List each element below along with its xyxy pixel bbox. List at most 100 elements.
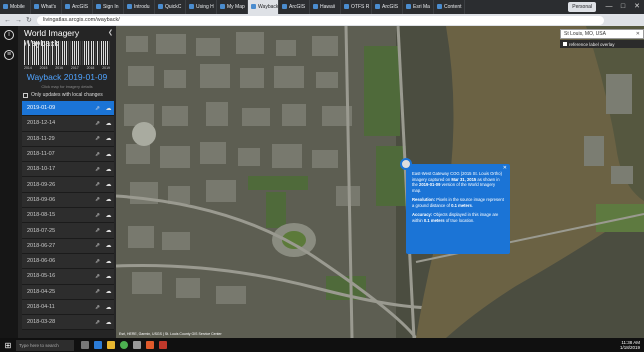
minimize-icon[interactable]: — (602, 0, 616, 14)
layers-icon[interactable]: ≡ (4, 50, 14, 60)
close-icon[interactable]: ✕ (503, 165, 507, 172)
release-item[interactable]: 2018-08-15 ⇗ ☁ (22, 208, 114, 224)
release-bar[interactable] (51, 41, 53, 65)
release-bar[interactable] (29, 41, 31, 65)
collapse-panel-icon[interactable]: ❮ (108, 29, 113, 36)
taskbar-search-input[interactable]: Type here to search (16, 339, 74, 351)
open-map-icon[interactable]: ⇗ (92, 304, 103, 311)
browser-tab[interactable]: QuickC (155, 0, 186, 14)
release-item[interactable]: 2018-07-25 ⇗ ☁ (22, 223, 114, 239)
release-bar[interactable] (87, 41, 89, 65)
add-to-webmap-icon[interactable]: ☁ (103, 288, 114, 295)
release-bar[interactable] (107, 41, 109, 65)
add-to-webmap-icon[interactable]: ☁ (103, 304, 114, 311)
release-bar[interactable] (75, 41, 77, 65)
release-item[interactable]: 2018-10-17 ⇗ ☁ (22, 162, 114, 178)
open-map-icon[interactable]: ⇗ (92, 166, 103, 173)
windows-start-icon[interactable]: ⊞ (0, 338, 16, 352)
store-icon[interactable] (130, 338, 143, 352)
open-map-icon[interactable]: ⇗ (92, 135, 103, 142)
release-bar[interactable] (27, 41, 29, 65)
release-bar[interactable] (101, 41, 103, 65)
release-item[interactable]: 2019-01-09 ⇗ ☁ (22, 101, 114, 117)
checkbox-icon[interactable] (563, 42, 567, 46)
map-view[interactable]: St Louis, MO, USA ✕ reference label over… (116, 26, 644, 338)
add-to-webmap-icon[interactable]: ☁ (103, 258, 114, 265)
add-to-webmap-icon[interactable]: ☁ (103, 227, 114, 234)
release-bar[interactable] (81, 41, 83, 65)
release-bar[interactable] (53, 41, 55, 65)
local-changes-checkbox[interactable]: Only updates with local changes (23, 92, 103, 98)
release-bar[interactable] (69, 41, 71, 65)
open-map-icon[interactable]: ⇗ (92, 105, 103, 112)
release-item[interactable]: 2018-11-29 ⇗ ☁ (22, 131, 114, 147)
release-bar[interactable] (71, 41, 73, 65)
browser-tab[interactable]: Using H (186, 0, 217, 14)
add-to-webmap-icon[interactable]: ☁ (103, 181, 114, 188)
search-input[interactable]: St Louis, MO, USA (564, 31, 606, 37)
add-to-webmap-icon[interactable]: ☁ (103, 166, 114, 173)
open-map-icon[interactable]: ⇗ (92, 319, 103, 326)
back-icon[interactable]: ← (4, 17, 11, 24)
release-bar[interactable] (31, 41, 33, 65)
add-to-webmap-icon[interactable]: ☁ (103, 212, 114, 219)
release-bar[interactable] (61, 41, 63, 65)
release-bar[interactable] (67, 41, 69, 65)
add-to-webmap-icon[interactable]: ☁ (103, 120, 114, 127)
release-item[interactable]: 2018-03-28 ⇗ ☁ (22, 315, 114, 331)
release-bar[interactable] (73, 41, 75, 65)
imagery-map[interactable] (116, 26, 644, 338)
release-bar[interactable] (89, 41, 91, 65)
browser-tab[interactable]: Hawaii (310, 0, 341, 14)
clear-search-icon[interactable]: ✕ (636, 31, 640, 37)
add-to-webmap-icon[interactable]: ☁ (103, 273, 114, 280)
release-bar[interactable] (91, 41, 93, 65)
release-bar[interactable] (79, 41, 81, 65)
browser-tab[interactable]: Mobile (0, 0, 31, 14)
reference-overlay-toggle[interactable]: reference label overlay (560, 40, 644, 48)
release-bar[interactable] (77, 41, 79, 65)
open-map-icon[interactable]: ⇗ (92, 120, 103, 127)
release-bar[interactable] (55, 41, 57, 65)
release-item[interactable]: 2018-04-11 ⇗ ☁ (22, 299, 114, 316)
release-bar[interactable] (43, 41, 45, 65)
release-bar[interactable] (63, 41, 65, 65)
maximize-icon[interactable]: □ (616, 0, 630, 14)
profile-button[interactable]: Personal (568, 2, 596, 12)
info-icon[interactable]: i (4, 30, 14, 40)
release-bar[interactable] (39, 41, 41, 65)
release-bar[interactable] (109, 41, 111, 65)
open-map-icon[interactable]: ⇗ (92, 151, 103, 158)
release-bar[interactable] (41, 41, 43, 65)
add-to-webmap-icon[interactable]: ☁ (103, 196, 114, 203)
location-search[interactable]: St Louis, MO, USA ✕ (560, 29, 644, 39)
release-item[interactable]: 2018-09-26 ⇗ ☁ (22, 177, 114, 193)
release-bar[interactable] (25, 41, 27, 65)
open-map-icon[interactable]: ⇗ (92, 227, 103, 234)
open-map-icon[interactable]: ⇗ (92, 273, 103, 280)
release-bar[interactable] (57, 41, 59, 65)
browser-tab[interactable]: Esri Ma (403, 0, 434, 14)
reload-icon[interactable]: ↻ (26, 16, 33, 24)
release-bar[interactable] (103, 41, 105, 65)
open-map-icon[interactable]: ⇗ (92, 181, 103, 188)
add-to-webmap-icon[interactable]: ☁ (103, 242, 114, 249)
browser-tab[interactable]: Sign In (93, 0, 124, 14)
forward-icon[interactable]: → (15, 17, 22, 24)
add-to-webmap-icon[interactable]: ☁ (103, 135, 114, 142)
open-map-icon[interactable]: ⇗ (92, 212, 103, 219)
explorer-icon[interactable] (104, 338, 117, 352)
release-bar[interactable] (33, 41, 35, 65)
browser-tab[interactable]: Wayback (248, 0, 279, 14)
release-item[interactable]: 2018-12-14 ⇗ ☁ (22, 116, 114, 132)
release-item[interactable]: 2018-11-07 ⇗ ☁ (22, 146, 114, 163)
add-to-webmap-icon[interactable]: ☁ (103, 319, 114, 326)
office-icon[interactable] (143, 338, 156, 352)
browser-tab[interactable]: Introdu (124, 0, 155, 14)
release-item[interactable]: 2018-06-27 ⇗ ☁ (22, 238, 114, 254)
release-bar[interactable] (35, 41, 37, 65)
release-item[interactable]: 2018-09-06 ⇗ ☁ (22, 192, 114, 209)
release-bar[interactable] (47, 41, 49, 65)
release-barcode-chart[interactable] (24, 41, 111, 65)
release-bar[interactable] (83, 41, 85, 65)
